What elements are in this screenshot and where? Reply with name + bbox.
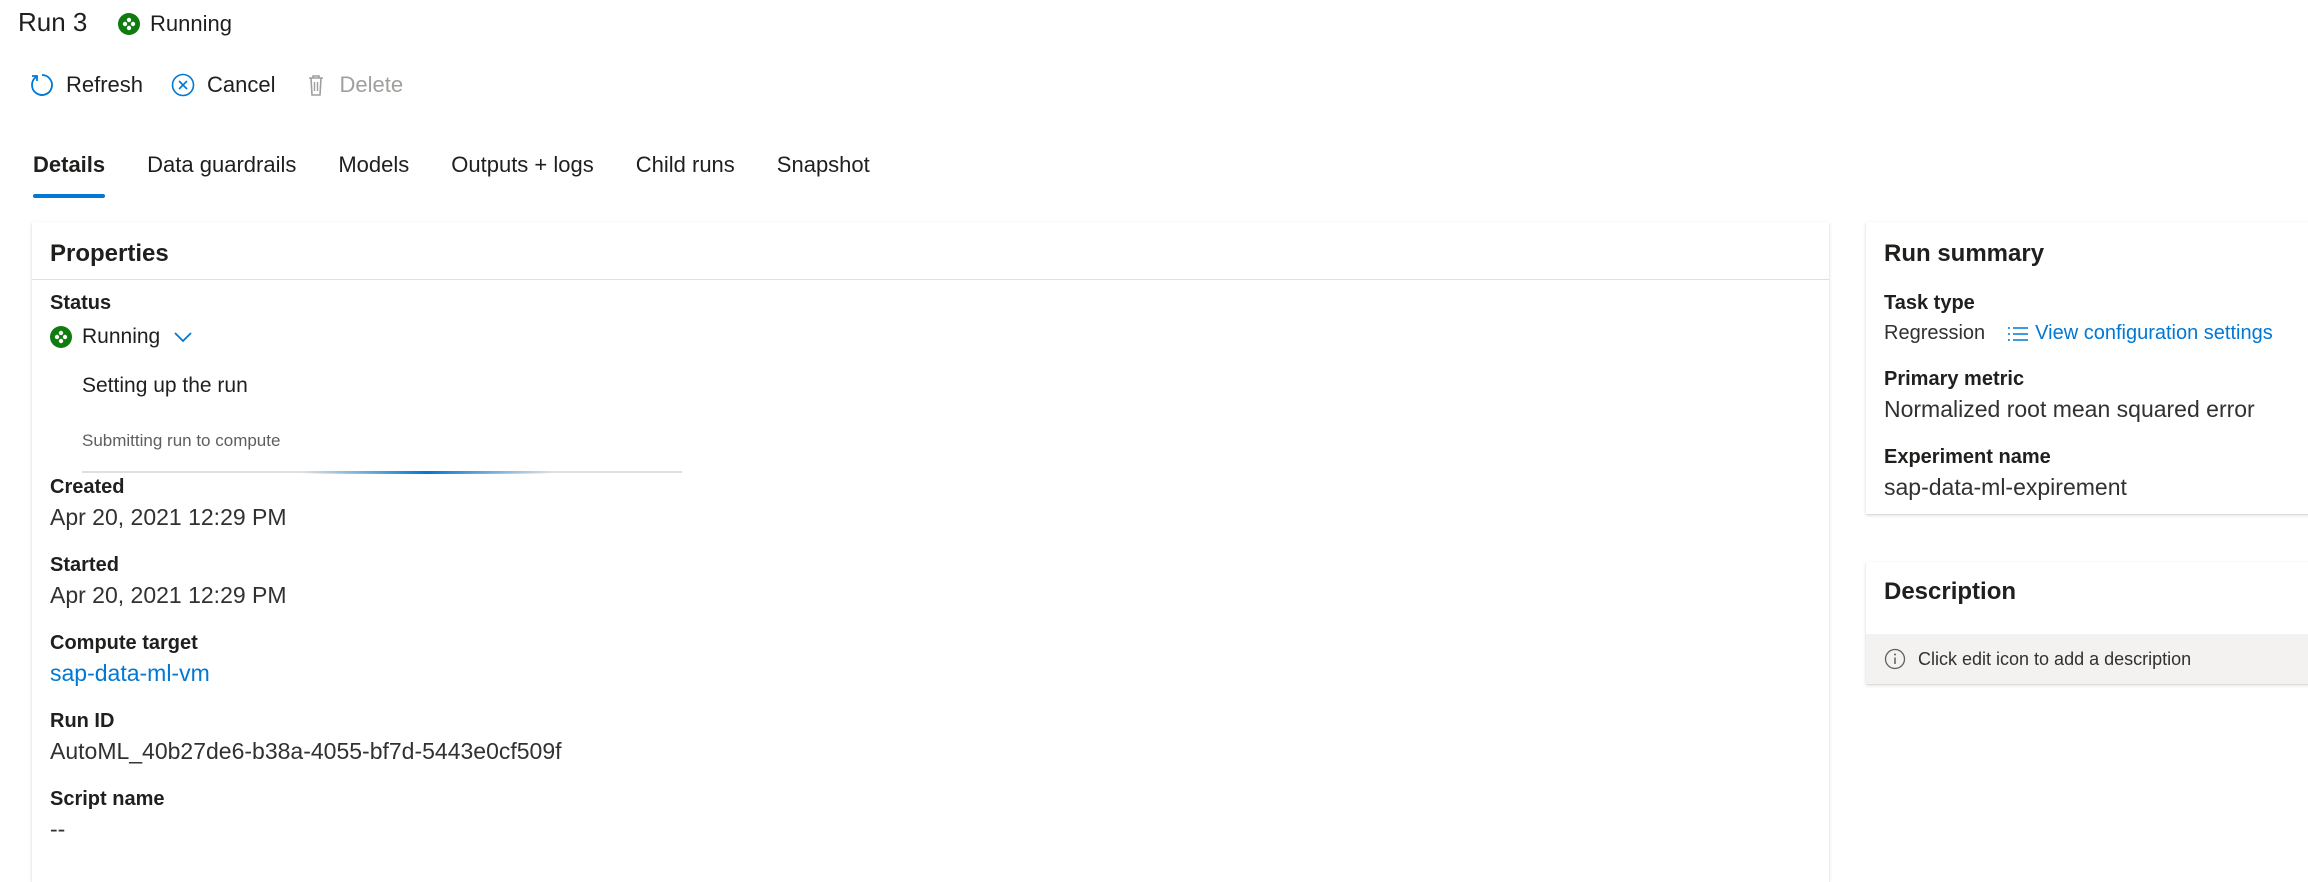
compute-target-label: Compute target [50,632,198,654]
script-name-value: -- [50,816,66,842]
view-configuration-label: View configuration settings [2035,322,2273,344]
progress-title: Setting up the run [82,374,248,397]
running-icon [50,326,72,348]
properties-title: Properties [32,222,1829,280]
task-type-row: Regression View configuration settings [1884,322,2273,345]
created-value: Apr 20, 2021 12:29 PM [50,504,287,530]
compute-target-link[interactable]: sap-data-ml-vm [50,660,210,687]
tab-outputs-logs[interactable]: Outputs + logs [451,148,593,198]
info-icon [1884,648,1906,670]
tab-details[interactable]: Details [33,148,106,198]
delete-button[interactable]: Delete [302,71,404,99]
progress-indicator [302,471,552,474]
tab-models[interactable]: Models [338,148,409,198]
run-id-label: Run ID [50,710,115,732]
experiment-name-value: sap-data-ml-expirement [1884,474,2127,500]
delete-label: Delete [339,72,404,97]
run-id-value: AutoML_40b27de6-b38a-4055-bf7d-5443e0cf5… [50,738,562,764]
command-bar: Refresh Cancel Delete [28,66,429,104]
primary-metric-label: Primary metric [1884,368,2025,390]
description-card: Description Click edit icon to add a des… [1866,562,2308,684]
view-configuration-link[interactable]: View configuration settings [2007,322,2273,345]
task-type-label: Task type [1884,292,1975,314]
started-value: Apr 20, 2021 12:29 PM [50,582,287,608]
status-text: Running [82,325,161,348]
primary-metric-value: Normalized root mean squared error [1884,396,2255,422]
cancel-icon [171,73,195,97]
running-icon [118,13,140,35]
progress-bar [82,471,682,474]
tab-child-runs[interactable]: Child runs [636,148,735,198]
list-icon [2008,326,2029,341]
experiment-name-label: Experiment name [1884,446,2051,468]
cancel-button[interactable]: Cancel [169,71,276,99]
status-value: Running [50,324,196,350]
chevron-down-icon[interactable] [170,324,196,350]
tab-snapshot[interactable]: Snapshot [777,148,870,198]
properties-card: Properties Status Running Setting up the… [32,222,1829,882]
script-name-label: Script name [50,788,165,810]
refresh-label: Refresh [66,72,144,97]
started-label: Started [50,554,119,576]
run-status-label: Running [150,11,232,36]
page-title: Run 3 [18,7,88,37]
cancel-label: Cancel [207,72,276,97]
created-label: Created [50,476,125,498]
run-summary-title: Run summary [1884,240,2045,267]
refresh-button[interactable]: Refresh [28,71,143,99]
status-label: Status [50,292,112,314]
description-note: Click edit icon to add a description [1918,648,2192,669]
refresh-icon [31,74,53,96]
run-summary-card: Run summary Task type Regression View co… [1866,222,2308,514]
trash-icon [308,75,323,96]
description-title: Description [1884,578,2017,605]
tab-data-guardrails[interactable]: Data guardrails [147,148,296,198]
progress-detail: Submitting run to compute [82,431,281,450]
run-status: Running [118,11,232,37]
task-type-value: Regression [1884,322,1986,344]
tab-bar: Details Data guardrails Models Outputs +… [33,148,912,198]
description-placeholder: Click edit icon to add a description [1866,634,2308,684]
